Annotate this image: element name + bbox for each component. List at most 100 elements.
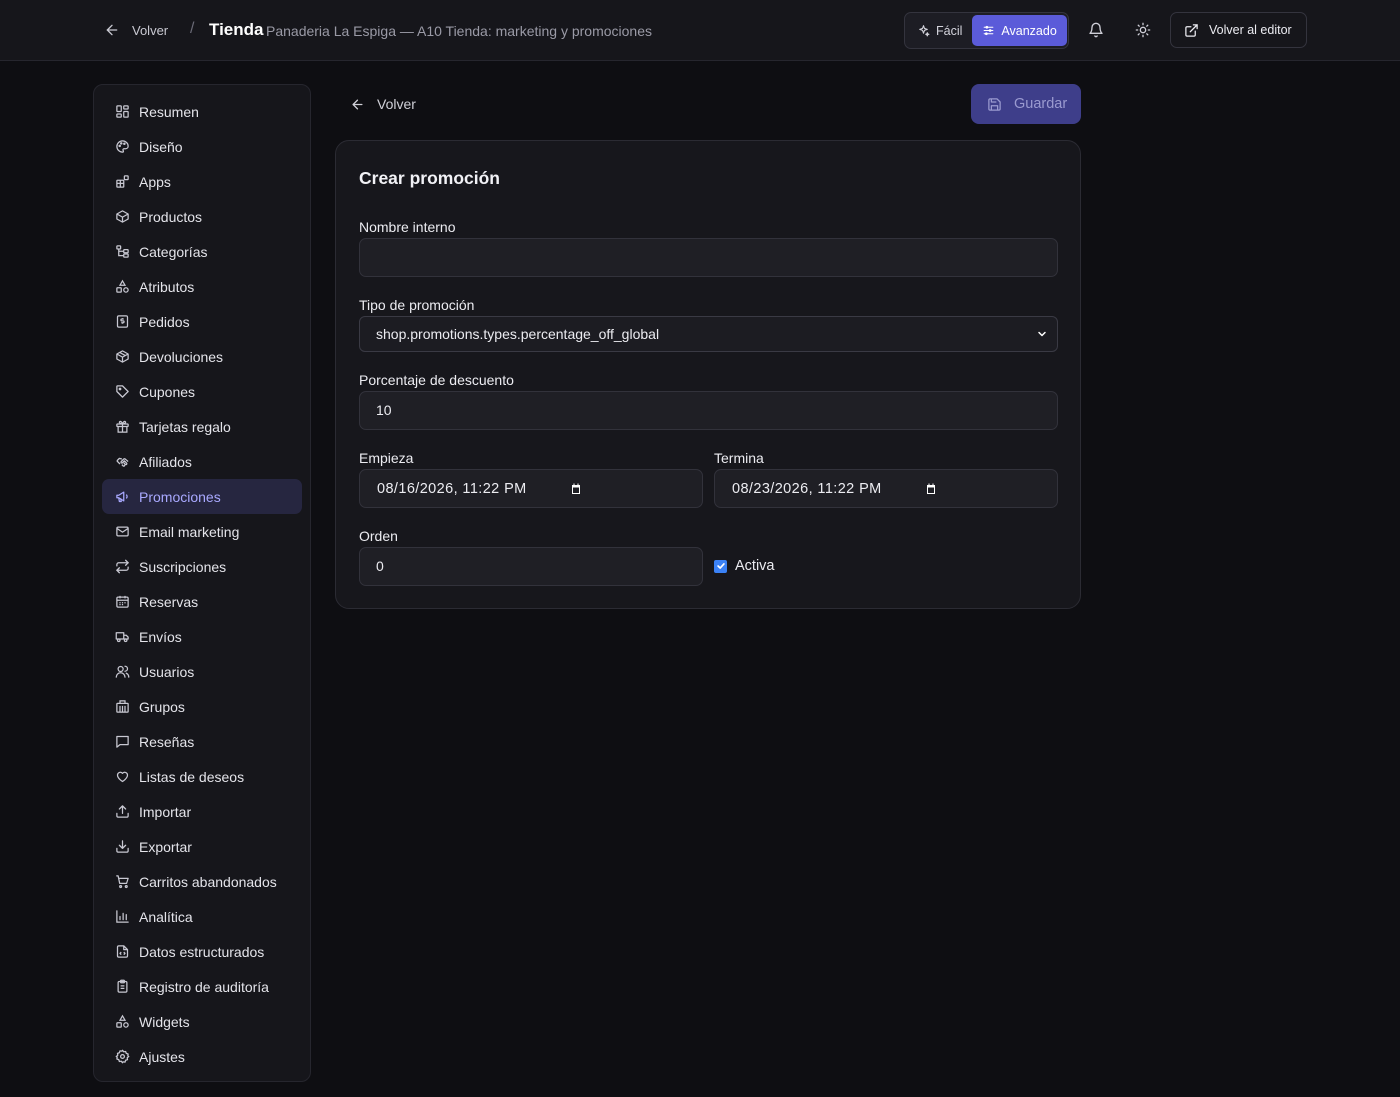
save-label: Guardar [1014,96,1068,112]
active-checkbox-row[interactable]: Activa [714,558,775,574]
sidebar-item-usuarios[interactable]: Usuarios [102,654,302,689]
promotion-type-label: Tipo de promoción [359,297,475,313]
sun-icon [1135,22,1151,38]
mail-icon [116,526,129,537]
sidebar-item-reservas[interactable]: Reservas [102,584,302,619]
sidebar-item-categorias[interactable]: Categorías [102,234,302,269]
grid-icon [116,105,129,118]
sidebar-item-cupones[interactable]: Cupones [102,374,302,409]
gift-icon [116,420,129,433]
sidebar-item-ajustes[interactable]: Ajustes [102,1039,302,1074]
discount-percentage-value: 10 [376,402,392,418]
sidebar-item-envios[interactable]: Envíos [102,619,302,654]
sidebar-item-atributos[interactable]: Atributos [102,269,302,304]
sidebar-item-grupos[interactable]: Grupos [102,689,302,724]
sidebar-item-listas-deseos[interactable]: Listas de deseos [102,759,302,794]
mode-advanced-button[interactable]: Avanzado [972,15,1067,46]
save-button[interactable]: Guardar [971,84,1081,124]
tag-icon [116,385,129,398]
discount-percentage-input[interactable]: 10 [359,391,1058,430]
sidebar-item-label: Email marketing [139,523,240,540]
calendar-icon [116,595,129,608]
sidebar-item-analitica[interactable]: Analítica [102,899,302,934]
active-checkbox[interactable] [714,559,727,573]
form-title: Crear promoción [359,168,500,188]
sidebar-item-label: Usuarios [139,663,195,680]
heart-icon [116,771,129,783]
upload-icon [116,805,129,818]
promotion-type-select[interactable]: shop.promotions.types.percentage_off_glo… [359,316,1058,352]
truck-icon [115,632,129,643]
notifications-button[interactable] [1084,18,1108,42]
back-label: Volver [377,96,416,112]
sidebar-item-resenas[interactable]: Reseñas [102,724,302,759]
file-code-icon [116,945,129,958]
mode-toggle: Fácil Avanzado [904,12,1069,49]
sidebar-item-pedidos[interactable]: Pedidos [102,304,302,339]
sidebar-item-label: Suscripciones [139,558,227,575]
promotion-type-value: shop.promotions.types.percentage_off_glo… [376,326,660,342]
promotion-form-card: Crear promoción Nombre interno Tipo de p… [335,140,1081,609]
save-icon [988,97,1001,111]
internal-name-label: Nombre interno [359,219,456,235]
calendar-icon [927,483,935,494]
order-input[interactable]: 0 [359,547,703,586]
sidebar-item-promociones[interactable]: Promociones [102,479,302,514]
sidebar-item-label: Apps [139,173,171,190]
box-return-icon [116,350,129,363]
sidebar-item-label: Datos estructurados [139,943,265,960]
external-link-icon [1185,23,1198,37]
starts-datetime-input[interactable]: 08/16/2026, 11:22 PM [359,469,703,508]
theme-toggle-button[interactable] [1131,18,1155,42]
sidebar-item-datos-estructurados[interactable]: Datos estructurados [102,934,302,969]
sidebar-item-registro-auditoria[interactable]: Registro de auditoría [102,969,302,1004]
sidebar-item-productos[interactable]: Productos [102,199,302,234]
sidebar-item-label: Categorías [139,243,208,260]
mode-easy-label: Fácil [936,23,963,38]
sidebar-item-email-marketing[interactable]: Email marketing [102,514,302,549]
sidebar-item-label: Productos [139,208,203,225]
sidebar-item-suscripciones[interactable]: Suscripciones [102,549,302,584]
sidebar-item-diseno[interactable]: Diseño [102,129,302,164]
sidebar-item-label: Cupones [139,383,196,400]
sidebar-item-label: Grupos [139,698,185,715]
repeat-icon [116,559,129,574]
breadcrumb-separator: / [190,20,195,37]
back-button[interactable]: Volver [350,93,416,115]
sidebar-item-label: Exportar [139,838,192,855]
ends-label: Termina [714,450,764,466]
starts-label: Empieza [359,450,414,466]
shapes-icon [116,1014,129,1028]
sidebar-item-label: Devoluciones [139,348,224,365]
ends-value: 08/23/2026, 11:22 PM [732,480,882,497]
bar-chart-icon [116,910,129,923]
download-icon [116,840,129,853]
clipboard-icon [117,979,128,993]
internal-name-input[interactable] [359,238,1058,277]
back-to-editor-button[interactable]: Volver al editor [1170,12,1307,48]
sidebar-item-tarjetas-regalo[interactable]: Tarjetas regalo [102,409,302,444]
top-bar: Volver / Tienda Panaderia La Espiga — A1… [0,0,1400,61]
sidebar-item-apps[interactable]: Apps [102,164,302,199]
handshake-icon [116,457,129,467]
sidebar-item-carritos-abandonados[interactable]: Carritos abandonados [102,864,302,899]
sidebar-item-label: Envíos [139,628,182,645]
sidebar-item-resumen[interactable]: Resumen [102,94,302,129]
mode-advanced-label: Avanzado [1001,23,1057,38]
sidebar-item-label: Reseñas [139,733,195,750]
page-subtitle: Panaderia La Espiga — A10 Tienda: market… [266,23,653,39]
cart-icon [116,875,129,889]
topbar-back-button[interactable]: Volver [104,19,168,41]
ends-datetime-input[interactable]: 08/23/2026, 11:22 PM [714,469,1058,508]
starts-value: 08/16/2026, 11:22 PM [377,480,527,497]
sidebar-item-devoluciones[interactable]: Devoluciones [102,339,302,374]
sidebar-item-label: Resumen [139,103,199,120]
sidebar-item-widgets[interactable]: Widgets [102,1004,302,1039]
mode-easy-button[interactable]: Fácil [907,15,972,46]
sidebar-item-afiliados[interactable]: Afiliados [102,444,302,479]
sidebar-item-importar[interactable]: Importar [102,794,302,829]
megaphone-icon [116,491,128,503]
sidebar-item-exportar[interactable]: Exportar [102,829,302,864]
order-value: 0 [376,558,384,574]
building-icon [116,700,129,713]
